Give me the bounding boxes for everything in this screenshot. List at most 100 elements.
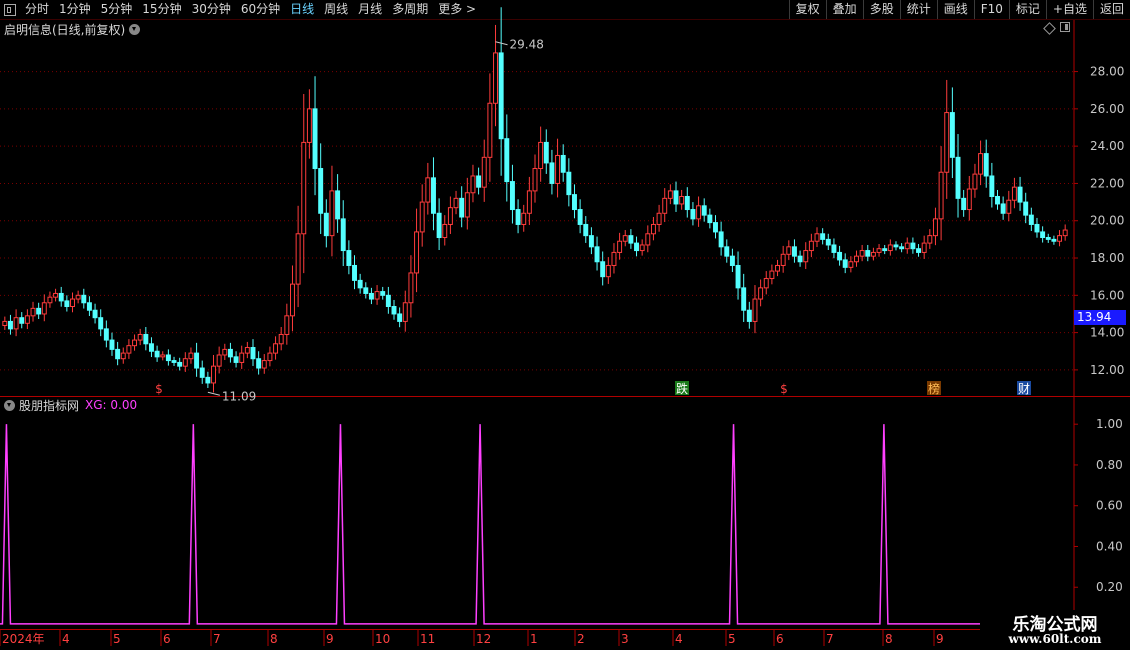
candle-body — [786, 246, 792, 255]
current-price-tag: 13.94 — [1074, 310, 1126, 325]
candle-body — [115, 348, 121, 360]
candle-body — [808, 240, 814, 252]
candle-body — [600, 261, 606, 278]
candle-body — [944, 112, 950, 173]
candle-body — [780, 253, 786, 266]
candle-body — [352, 264, 357, 281]
candle-body — [899, 246, 905, 250]
candle-body — [481, 156, 487, 188]
candle-body — [323, 212, 329, 237]
candle-body — [825, 238, 831, 246]
candle-body — [306, 108, 312, 143]
candle-body — [284, 315, 290, 335]
candle-body — [859, 250, 865, 257]
candle-body — [261, 360, 267, 369]
candle-body — [194, 352, 200, 369]
candle-body — [1057, 235, 1063, 242]
candle-body — [318, 168, 324, 214]
candle-body — [13, 317, 19, 330]
candle-body — [662, 197, 668, 214]
candle-body — [831, 244, 837, 253]
y-tick-label: 28.00 — [1090, 65, 1124, 79]
candle-body — [645, 233, 651, 246]
chevron-down-icon[interactable] — [4, 399, 15, 411]
candle-body — [447, 207, 453, 225]
ind-tick-label: 0.60 — [1096, 499, 1123, 513]
candle-body — [120, 352, 126, 360]
candle-body — [916, 248, 922, 253]
candle-body — [752, 298, 758, 322]
candle-body — [656, 212, 662, 225]
candle-body — [205, 376, 211, 384]
ind-tick-label: 0.20 — [1096, 580, 1123, 594]
candle-body — [86, 302, 92, 311]
candle-body — [617, 240, 623, 253]
candle-body — [775, 264, 781, 272]
candle-body — [842, 259, 848, 268]
candle-body — [267, 352, 273, 362]
candle-body — [1023, 201, 1029, 216]
candle-body — [36, 307, 42, 315]
candle-body — [295, 233, 301, 285]
candle-body — [58, 292, 64, 302]
candle-body — [961, 197, 967, 211]
x-tick-label: 2 — [577, 632, 585, 646]
candle-body — [543, 141, 549, 164]
candle-body — [611, 251, 617, 266]
candle-body — [227, 348, 233, 358]
candle-body — [75, 294, 81, 300]
candle-body — [312, 108, 318, 170]
candle-body — [160, 354, 166, 358]
candle-body — [211, 365, 216, 384]
candle-body — [103, 328, 109, 341]
candle-body — [380, 291, 386, 296]
ind-tick-label: 0.40 — [1096, 539, 1123, 553]
x-tick-label: 7 — [826, 632, 834, 646]
candle-body — [966, 188, 972, 211]
candle-body — [667, 190, 673, 199]
kline-chart-svg[interactable]: 12.00 14.00 16.00 18.00 20.00 22.00 24.00 26.00… — [0, 0, 1130, 650]
candle-body — [385, 294, 391, 307]
candle-body — [148, 343, 154, 352]
candle-body — [555, 154, 561, 184]
candle-body — [526, 190, 532, 214]
candle-body — [566, 171, 572, 196]
candle-body — [634, 242, 639, 252]
low-label: 11.09 — [222, 389, 256, 403]
candle-body — [679, 195, 685, 205]
candle-body — [1011, 186, 1017, 201]
candle-body — [442, 223, 448, 239]
candle-body — [989, 175, 995, 197]
candle-body — [126, 345, 132, 354]
candle-body — [250, 347, 256, 360]
watermark-logo: 乐淘公式网 www.60lt.com — [980, 610, 1130, 650]
candle-body — [402, 302, 408, 322]
candle-body — [419, 201, 425, 233]
candle-body — [2, 320, 8, 327]
indicator-name: 股朋指标网 — [19, 398, 80, 413]
event-marker: 跌 — [676, 381, 688, 396]
candle-body — [791, 246, 797, 257]
y-tick-label: 12.00 — [1090, 363, 1124, 377]
candle-body — [1062, 229, 1068, 237]
candle-body — [182, 358, 188, 367]
candle-body — [24, 315, 30, 324]
candle-body — [746, 309, 752, 322]
x-tick-label: 9 — [936, 632, 944, 646]
candle-body — [30, 307, 36, 317]
candle-body — [718, 231, 724, 248]
candle-body — [374, 291, 380, 300]
candle-body — [239, 352, 245, 363]
candle-body — [876, 248, 882, 253]
candle-body — [1006, 199, 1012, 214]
candle-body — [927, 235, 933, 244]
candle-body — [273, 343, 279, 354]
candle-body — [673, 190, 679, 205]
candle-body — [357, 279, 363, 289]
candle-body — [639, 244, 645, 252]
candle-body — [814, 233, 820, 242]
candle-body — [758, 287, 764, 300]
candle-body — [137, 333, 143, 341]
candle-body — [222, 348, 228, 356]
candle-body — [763, 278, 769, 289]
